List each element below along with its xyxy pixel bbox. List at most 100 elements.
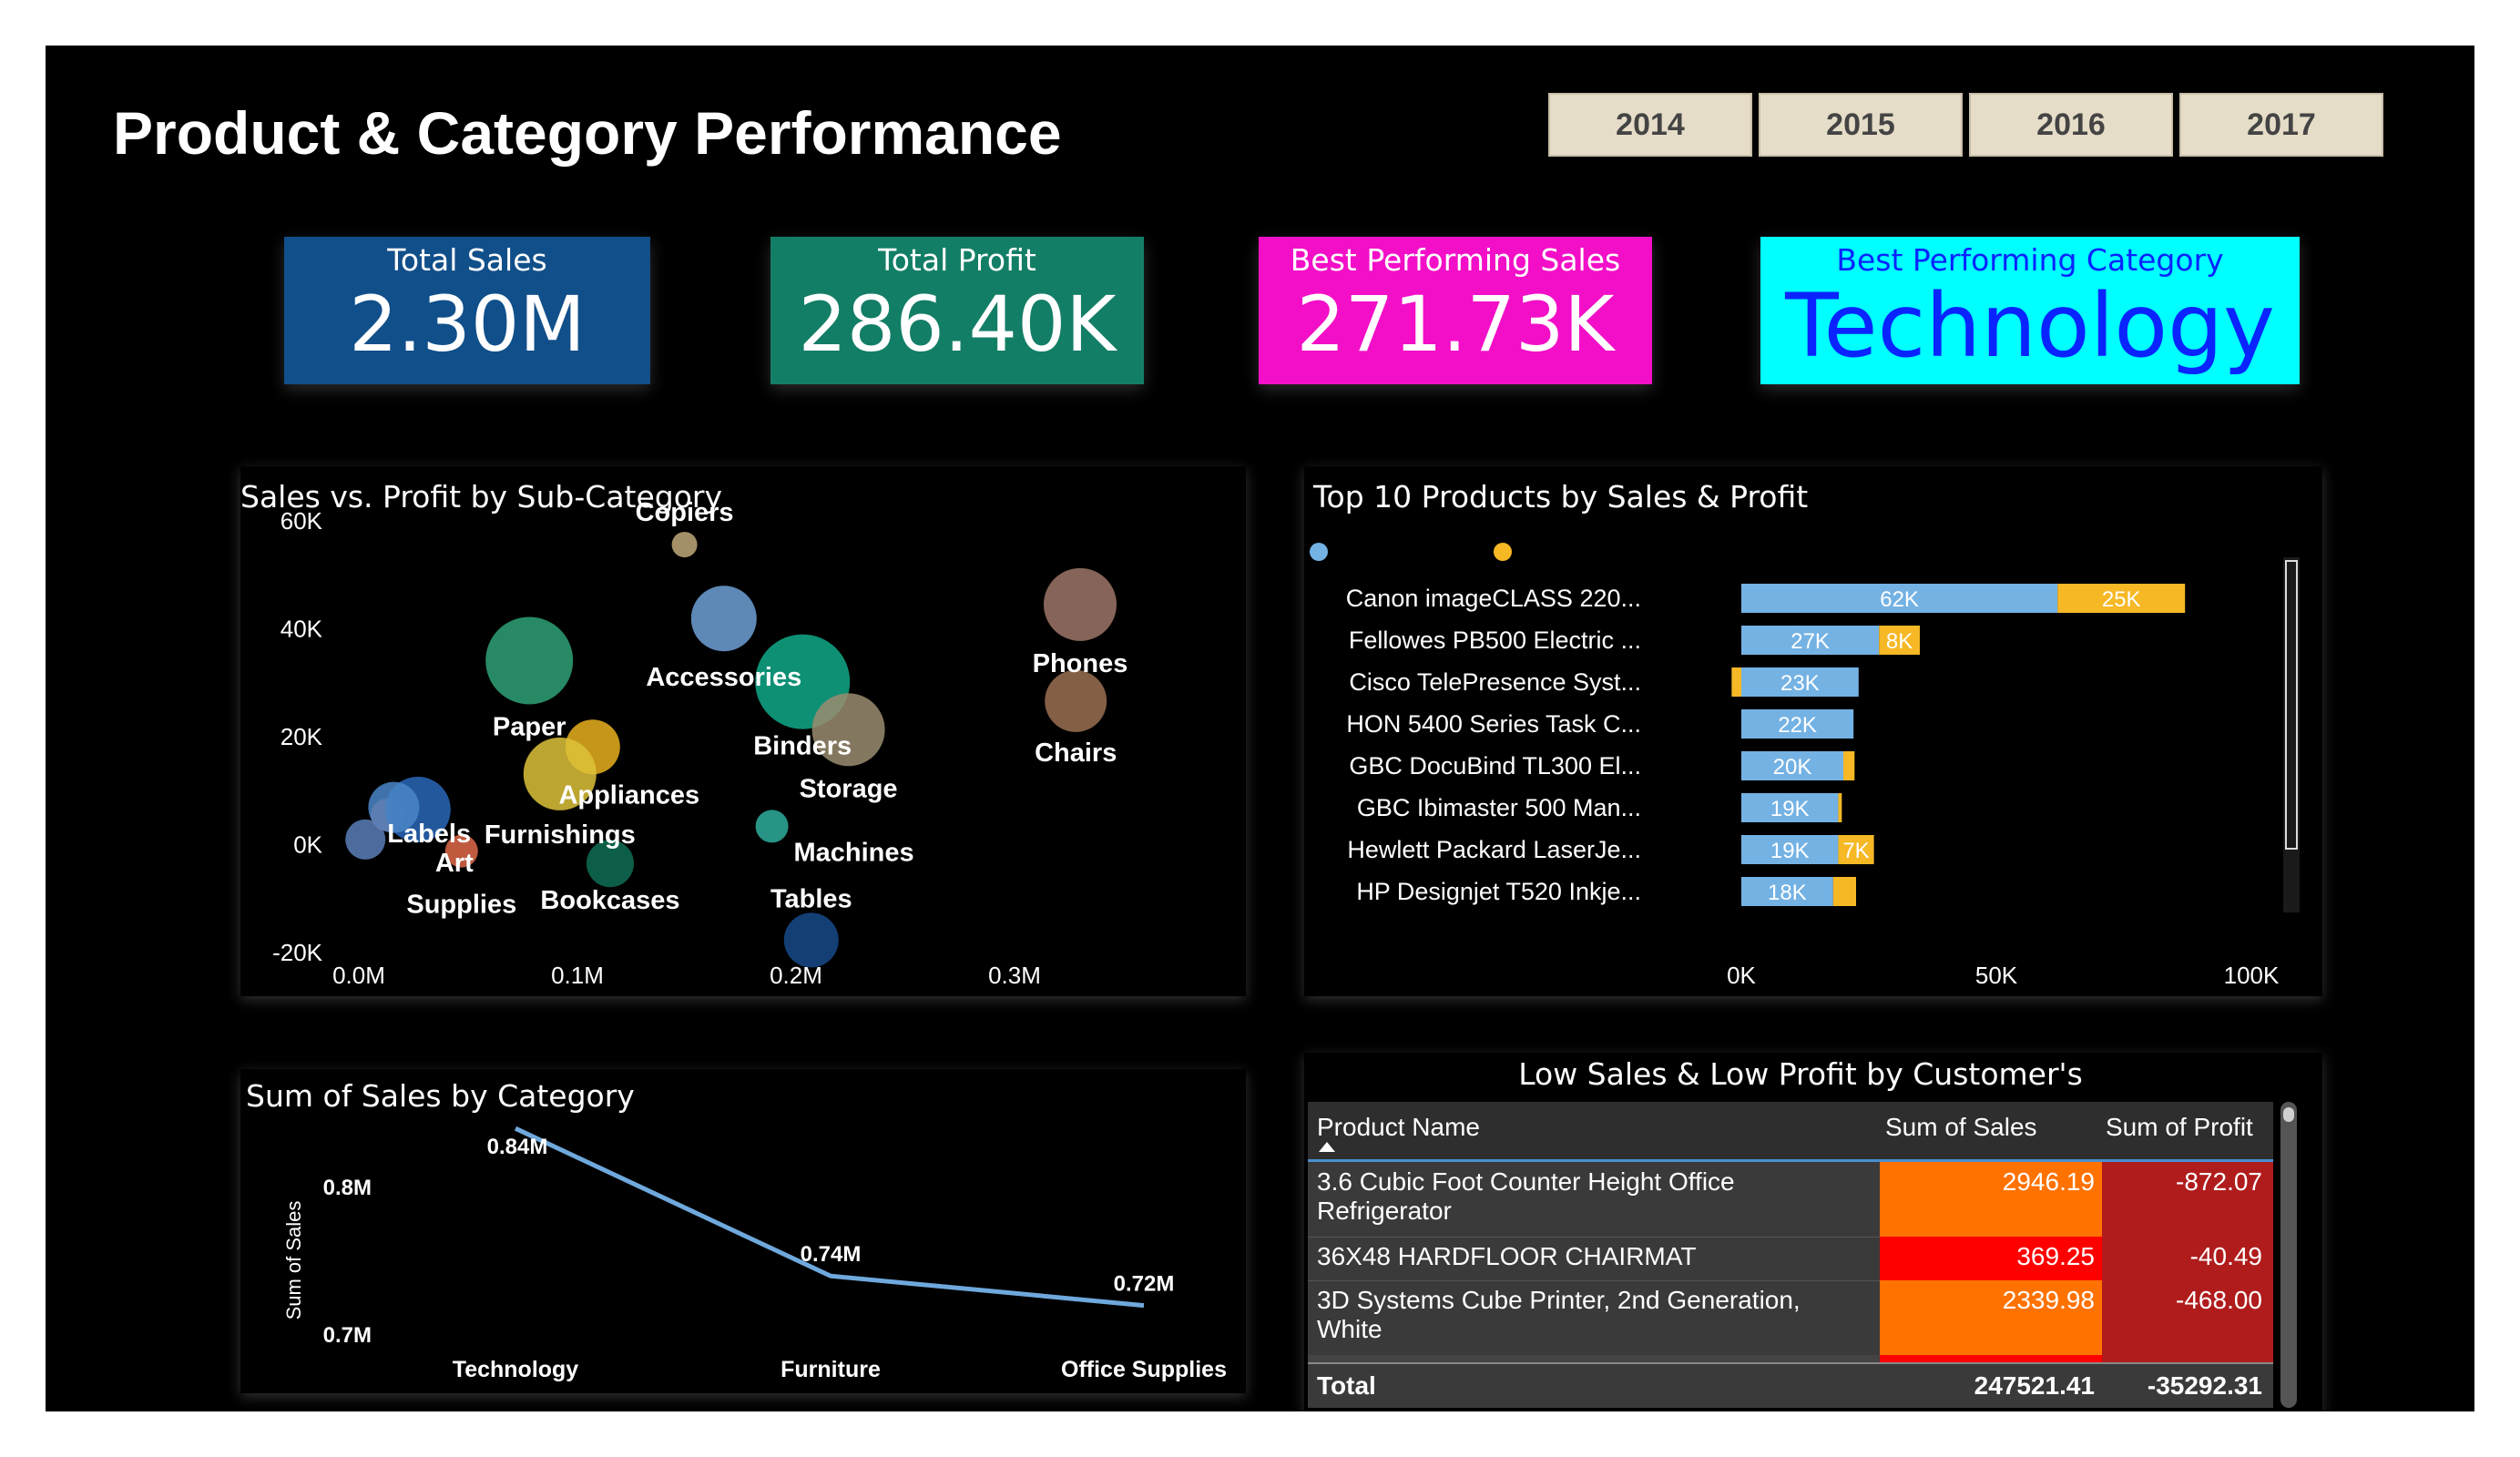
point-label: Paper <box>493 712 566 741</box>
point-label: Chairs <box>1035 739 1117 768</box>
x-tick-label: 100K <box>2224 962 2280 989</box>
profit-data-label: 25K <box>2102 587 2141 612</box>
scatter-chart: 60K40K20K0K-20K0.0M 0.1M 0.2M 0.3MCopiersAc… <box>272 498 1127 989</box>
y-tick-label: 40K <box>281 616 323 643</box>
x-tick-label: 0.1M <box>551 962 604 989</box>
sales-data-label: 19K <box>1770 797 1810 821</box>
best-category-label: Best Performing Category <box>1836 242 2224 278</box>
line-panel: Sum of Sales by Category Sum of Sales 0.8… <box>240 1069 1246 1393</box>
total-profit-value: 286.40K <box>798 280 1117 369</box>
sales-data-label: 23K <box>1780 671 1820 696</box>
point-label: Bookcases <box>540 886 679 915</box>
sales-line <box>514 1126 1145 1309</box>
y-tick-label: 0.7M <box>323 1323 372 1348</box>
point-label: Accessories <box>646 663 801 692</box>
category-label: HP Designjet T520 Inkje... <box>1356 878 1641 905</box>
col-header-product[interactable]: Product Name <box>1317 1113 1480 1142</box>
sales-data-label: 19K <box>1770 839 1810 863</box>
total-profit-cell: -35292.31 <box>2147 1371 2262 1400</box>
point-label: Storage <box>800 774 898 803</box>
category-label: GBC DocuBind TL300 El... <box>1349 752 1641 779</box>
x-tick-label: Technology <box>453 1357 579 1382</box>
legend-dot-profit <box>1494 543 1512 561</box>
scrollbar-thumb[interactable] <box>2283 1107 2294 1122</box>
y-tick-label: 20K <box>281 723 323 750</box>
y-axis-title: Sum of Sales <box>282 1201 305 1320</box>
profit-value: -468.00 <box>2176 1286 2262 1314</box>
point-label: Furnishings <box>485 820 636 850</box>
point-label: Copiers <box>636 498 734 527</box>
point-label: Supplies <box>406 891 516 920</box>
year-2014-button[interactable]: 2014 <box>1548 93 1752 157</box>
col-header-sales[interactable]: Sum of Sales <box>1885 1113 2037 1142</box>
profit-bar <box>1832 877 1856 906</box>
legend-dot-sales <box>1310 543 1328 561</box>
year-2017-button[interactable]: 2017 <box>2179 93 2383 157</box>
line-chart: Sum of Sales 0.8M 0.7M 0.84M Technology 0.74M… <box>282 1126 1227 1382</box>
y-tick-label: 60K <box>281 507 323 535</box>
data-table: Product Name Sum of Sales Sum of Profit … <box>1308 1102 2273 1408</box>
table-row[interactable]: 3D Systems Cube Printer, 2nd Generation,… <box>1308 1280 2273 1355</box>
point-label: Labels <box>387 820 471 849</box>
year-2016-button[interactable]: 2016 <box>1969 93 2173 157</box>
sort-ascending-icon[interactable] <box>1319 1142 1335 1152</box>
table-scrollbar[interactable] <box>2280 1102 2297 1408</box>
year-2015-button[interactable]: 2015 <box>1759 93 1963 157</box>
profit-data-label: 7K <box>1842 839 1869 863</box>
table-row[interactable]: 3.6 Cubic Foot Counter Height Office Ref… <box>1308 1162 2273 1238</box>
x-tick-label: 0.0M <box>332 962 385 989</box>
sales-cell: 2339.98 <box>1880 1280 2102 1355</box>
table-row[interactable]: 36X48 HARDFLOOR CHAIRMAT 369.25 -40.49 <box>1308 1237 2273 1281</box>
bar-panel: Top 10 Products by Sales & Profit Canon … <box>1304 466 2322 996</box>
best-sales-value: 271.73K <box>1296 280 1615 369</box>
col-header-profit[interactable]: Sum of Profit <box>2106 1113 2253 1142</box>
total-sales-cell: 247521.41 <box>1974 1371 2095 1400</box>
total-sales-card: Total Sales 2.30M <box>284 237 650 384</box>
profit-bar <box>1731 667 1741 697</box>
sales-cell: 2946.19 <box>1880 1162 2102 1237</box>
scatter-point <box>345 819 386 860</box>
table-panel: Low Sales & Low Profit by Customer's Pro… <box>1304 1053 2322 1411</box>
profit-bar <box>1843 751 1855 780</box>
sales-data-label: 20K <box>1773 755 1812 779</box>
x-tick-label: 0K <box>1727 962 1756 989</box>
sales-data-label: 27K <box>1791 629 1830 654</box>
sales-data-label: 22K <box>1778 713 1817 738</box>
profit-cell: -872.07 <box>2102 1162 2273 1237</box>
point-label: Binders <box>753 732 852 761</box>
sales-data-label: 62K <box>1880 587 1919 612</box>
profit-cell: -468.00 <box>2102 1280 2273 1355</box>
total-sales-value: 2.30M <box>349 280 586 369</box>
data-label: 0.74M <box>801 1242 862 1267</box>
profit-value: -872.07 <box>2176 1167 2262 1196</box>
sales-cell: 369.25 <box>1880 1237 2102 1280</box>
best-category-card: Best Performing Category Technology <box>1760 237 2300 384</box>
profit-value: -40.49 <box>2189 1242 2262 1270</box>
category-label: GBC Ibimaster 500 Man... <box>1357 794 1641 821</box>
scatter-point <box>485 616 574 705</box>
bar-chart: Canon imageCLASS 220... 62K 25K Fellowes PB… <box>1310 543 2300 989</box>
truncated-sales-cell <box>1880 1355 2102 1362</box>
truncated-profit-cell <box>2102 1355 2273 1362</box>
total-profit-label: Total Profit <box>878 242 1036 278</box>
y-tick-label: 0.8M <box>323 1176 372 1200</box>
point-label: Appliances <box>558 780 699 810</box>
x-tick-label: Furniture <box>780 1357 881 1382</box>
table-total-row: Total 247521.41 -35292.31 <box>1308 1362 2273 1408</box>
profit-bar <box>1838 793 1842 822</box>
point-label: Art <box>435 849 474 878</box>
scatter-point <box>783 912 839 968</box>
truncated-row <box>1308 1355 2273 1362</box>
dashboard: Product & Category Performance 2014 2015… <box>46 46 2474 1411</box>
best-sales-card: Best Performing Sales 271.73K <box>1259 237 1652 384</box>
best-category-value: Technology <box>1785 275 2275 377</box>
x-tick-label: 0.3M <box>988 962 1041 989</box>
data-label: 0.72M <box>1114 1272 1175 1297</box>
category-label: Hewlett Packard LaserJe... <box>1347 836 1641 863</box>
scatter-point <box>690 586 757 652</box>
total-profit-card: Total Profit 286.40K <box>770 237 1144 384</box>
x-tick-label: 50K <box>1975 962 2018 989</box>
y-tick-label: 0K <box>293 831 322 859</box>
table-title: Low Sales & Low Profit by Customer's <box>1518 1056 2083 1092</box>
total-label: Total <box>1317 1371 1376 1400</box>
